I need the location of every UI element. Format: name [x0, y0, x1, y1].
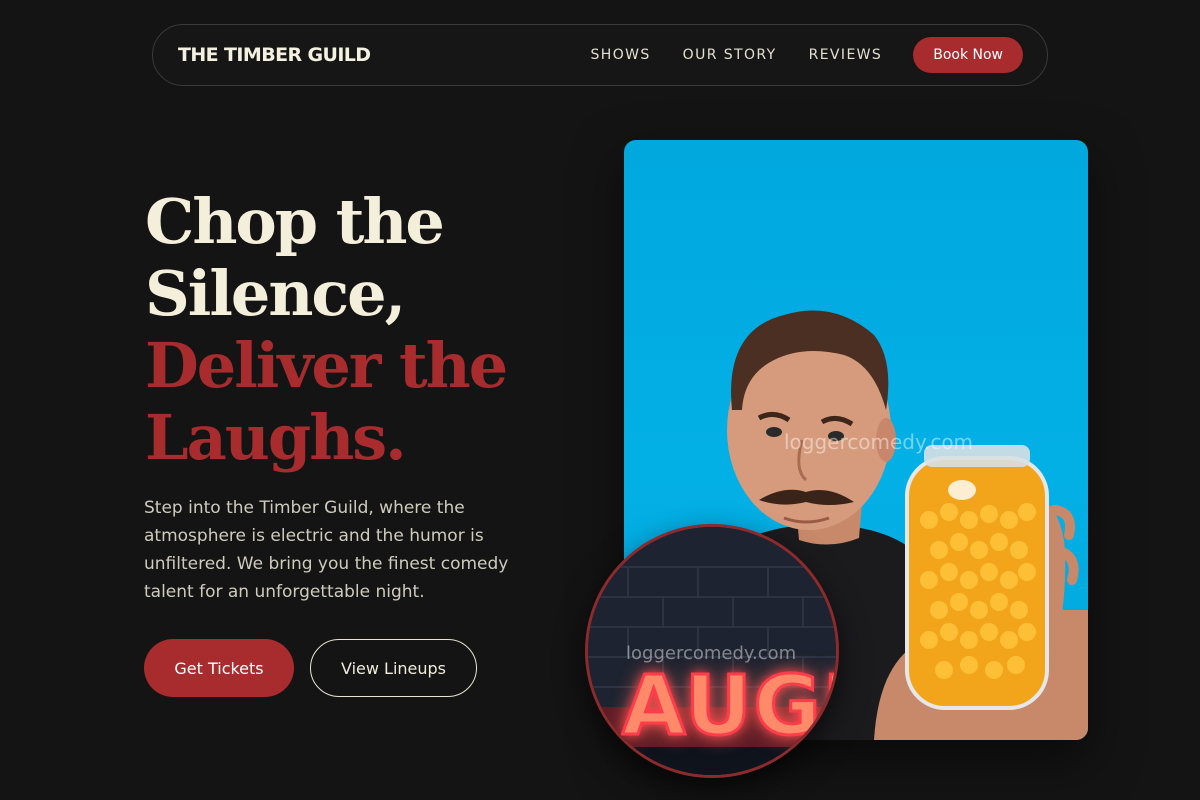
get-tickets-button[interactable]: Get Tickets — [144, 639, 294, 697]
hero-description: Step into the Timber Guild, where the at… — [144, 498, 509, 602]
hero-headline: Chop the Silence, Deliver the Laughs. — [145, 185, 508, 474]
top-navbar: THE TIMBER GUILD SHOWS OUR STORY REVIEWS… — [152, 24, 1048, 86]
view-lineups-button[interactable]: View Lineups — [310, 639, 477, 697]
book-now-button[interactable]: Book Now — [913, 37, 1023, 73]
headline-line-2: Silence, — [145, 257, 406, 330]
neon-sign-text: AUGI — [620, 658, 839, 756]
nav-link-our-story[interactable]: OUR STORY — [683, 47, 777, 63]
neon-sign-photo[interactable]: loggercomedy.com AUGI — [585, 524, 839, 778]
headline-line-1: Chop the — [145, 185, 445, 258]
headline-line-3: Deliver the — [145, 329, 508, 402]
nav-link-shows[interactable]: SHOWS — [591, 47, 651, 63]
nav-links: SHOWS OUR STORY REVIEWS Book Now — [591, 37, 1023, 73]
brand-logo[interactable]: THE TIMBER GUILD — [178, 44, 371, 66]
headline-line-4: Laughs. — [145, 401, 407, 474]
nav-link-reviews[interactable]: REVIEWS — [809, 47, 883, 63]
